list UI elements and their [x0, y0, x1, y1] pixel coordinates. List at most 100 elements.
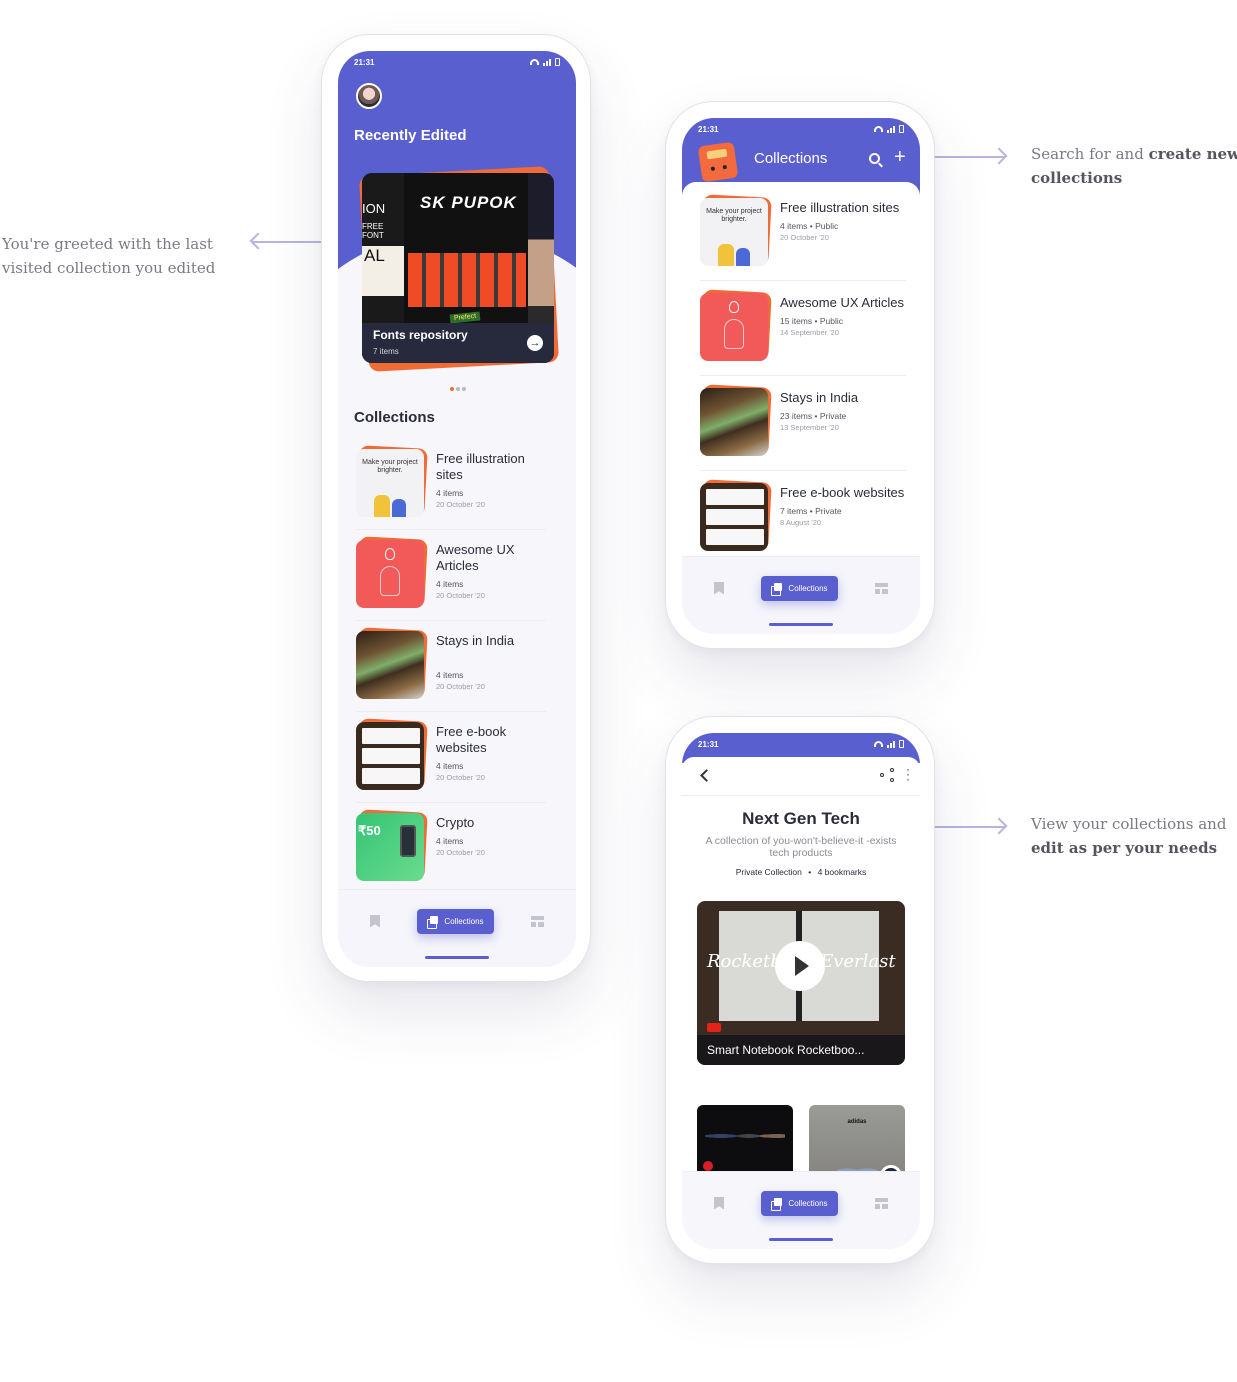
collection-description: A collection of you-won't-believe-it -ex… [705, 835, 897, 859]
collection-thumbnail: Make your project brighter. [700, 198, 768, 266]
collection-meta: 4 items [436, 670, 464, 680]
collections-header-title: Collections [754, 150, 828, 167]
bookmark-icon[interactable] [714, 581, 724, 595]
list-item[interactable]: Stays in India 23 items • Private 13 Septe… [700, 376, 906, 471]
list-item[interactable]: ₹50 Crypto 4 items 20 October '20 [356, 803, 546, 893]
nav-collections-button[interactable]: Collections [417, 908, 494, 934]
collection-title: Free e-book websites [780, 485, 905, 500]
bottom-navigation: Collections [682, 1171, 920, 1249]
collection-meta: 15 items • Public [780, 316, 843, 326]
recently-edited-title: Recently Edited [354, 127, 467, 144]
wifi-icon [874, 741, 883, 747]
featured-footer: Fonts repository 7 items → [362, 323, 554, 363]
signal-icon [543, 58, 551, 66]
more-options-icon[interactable]: · · · [906, 763, 910, 785]
battery-icon [899, 125, 904, 133]
carousel-pager[interactable] [450, 387, 466, 391]
collection-thumbnail [700, 388, 768, 456]
collection-title: Next Gen Tech [742, 809, 860, 828]
video-footer: Smart Notebook Rocketboo... [697, 1035, 905, 1065]
collection-date: 20 October '20 [436, 591, 485, 600]
battery-icon [899, 740, 904, 748]
collection-title: Stays in India [436, 633, 515, 648]
list-item[interactable]: Free e-book websites 7 items • Private 8 A… [700, 471, 906, 565]
featured-collection-card[interactable]: ION FREE FONT AL SK PUPOK Prefect Fonts … [362, 173, 554, 363]
featured-sticker-1: Prefect [449, 311, 481, 324]
search-icon[interactable] [869, 153, 883, 168]
rayban-logo-icon [703, 1161, 713, 1171]
share-icon[interactable] [880, 768, 894, 782]
wifi-icon [874, 126, 883, 132]
visibility-label: Private Collection [735, 867, 802, 877]
home-indicator [769, 623, 833, 626]
phone-collections: 21:31 Collections + Make your project br… [665, 101, 935, 649]
avatar[interactable] [356, 83, 382, 109]
notebook-mascot-icon [697, 141, 739, 183]
collections-icon [771, 582, 783, 596]
collection-date: 14 September '20 [780, 328, 839, 337]
nav-collections-button[interactable]: Collections [761, 1190, 838, 1216]
battery-icon [555, 58, 560, 66]
layout-icon[interactable] [530, 915, 544, 927]
collection-title: Free e-book websites [436, 724, 507, 755]
collection-title: Crypto [436, 815, 475, 830]
collections-section-title: Collections [354, 409, 435, 426]
annotation-view-edit: View your collections and edit as per yo… [1031, 815, 1227, 857]
pager-dot[interactable] [462, 387, 466, 391]
collection-meta: 4 items [436, 488, 464, 498]
collection-meta: 4 items [436, 579, 464, 589]
collections-icon [427, 915, 439, 929]
collection-date: 20 October '20 [436, 682, 485, 691]
layout-icon[interactable] [874, 1197, 888, 1209]
video-card[interactable]: Rocketbook Everlast Smart Notebook Rocke… [697, 901, 905, 1065]
arrow-right-icon[interactable]: → [527, 335, 543, 351]
collection-thumbnail [700, 483, 768, 551]
collection-thumbnail: ₹50 [356, 813, 424, 881]
play-button[interactable] [775, 941, 825, 991]
collection-title: Awesome UX Articles [780, 295, 905, 310]
collection-date: 20 October '20 [436, 500, 485, 509]
list-item[interactable]: Make your project brighter. Free illustr… [700, 186, 906, 281]
list-item[interactable]: Stays in India 4 items 20 October '20 [356, 621, 546, 712]
collection-title: Awesome UX Articles [436, 542, 515, 573]
layout-icon[interactable] [874, 582, 888, 594]
bottom-navigation: Collections [682, 556, 920, 634]
wifi-icon [530, 59, 539, 65]
collection-date: 20 October '20 [780, 233, 829, 242]
home-indicator [425, 956, 489, 959]
home-screen: 21:31 Recently Edited ION FREE FONT AL S… [338, 51, 576, 967]
plus-icon[interactable]: + [894, 145, 906, 169]
featured-side-text: ION [362, 201, 386, 216]
phone-detail: 21:31 · · · Next Gen Tech A collection of … [665, 716, 935, 1264]
bookmarks-count: 4 bookmarks [817, 867, 867, 877]
collection-meta: 7 items • Private [780, 506, 842, 516]
collection-date: 13 September '20 [780, 423, 839, 432]
nav-collections-button[interactable]: Collections [761, 575, 838, 601]
featured-side-text: AL [362, 246, 404, 296]
bookmark-icon[interactable] [370, 914, 380, 928]
list-item[interactable]: Awesome UX Articles 4 items 20 October '20 [356, 530, 546, 621]
list-item[interactable]: Make your project brighter. Free illustr… [356, 439, 546, 530]
status-time: 21:31 [698, 739, 719, 749]
pager-dot[interactable] [456, 387, 460, 391]
separator: • [808, 867, 812, 877]
collection-meta: 23 items • Private [780, 411, 847, 421]
collection-meta: 4 items • Public [780, 221, 839, 231]
list-item[interactable]: Awesome UX Articles 15 items • Public 14 S… [700, 281, 906, 376]
phone-home: 21:31 Recently Edited ION FREE FONT AL S… [321, 34, 591, 982]
list-item[interactable]: Free e-book websites 4 items 20 October '2… [356, 712, 546, 803]
collection-meta: 4 items [436, 836, 464, 846]
header-divider [682, 795, 920, 796]
collection-thumbnail [356, 722, 424, 790]
collections-list: Make your project brighter. Free illustr… [356, 439, 546, 893]
collection-title: Free illustration sites [780, 200, 900, 215]
bookmark-icon[interactable] [714, 1196, 724, 1210]
collections-list: Make your project brighter. Free illustr… [700, 186, 906, 565]
collection-thumbnail [356, 631, 424, 699]
featured-count: 7 items [373, 347, 399, 356]
status-bar: 21:31 [682, 118, 920, 140]
collection-date: 8 August '20 [780, 518, 822, 527]
bottom-navigation: Collections [338, 889, 576, 967]
pager-dot-active[interactable] [450, 387, 454, 391]
back-icon[interactable] [700, 769, 713, 782]
